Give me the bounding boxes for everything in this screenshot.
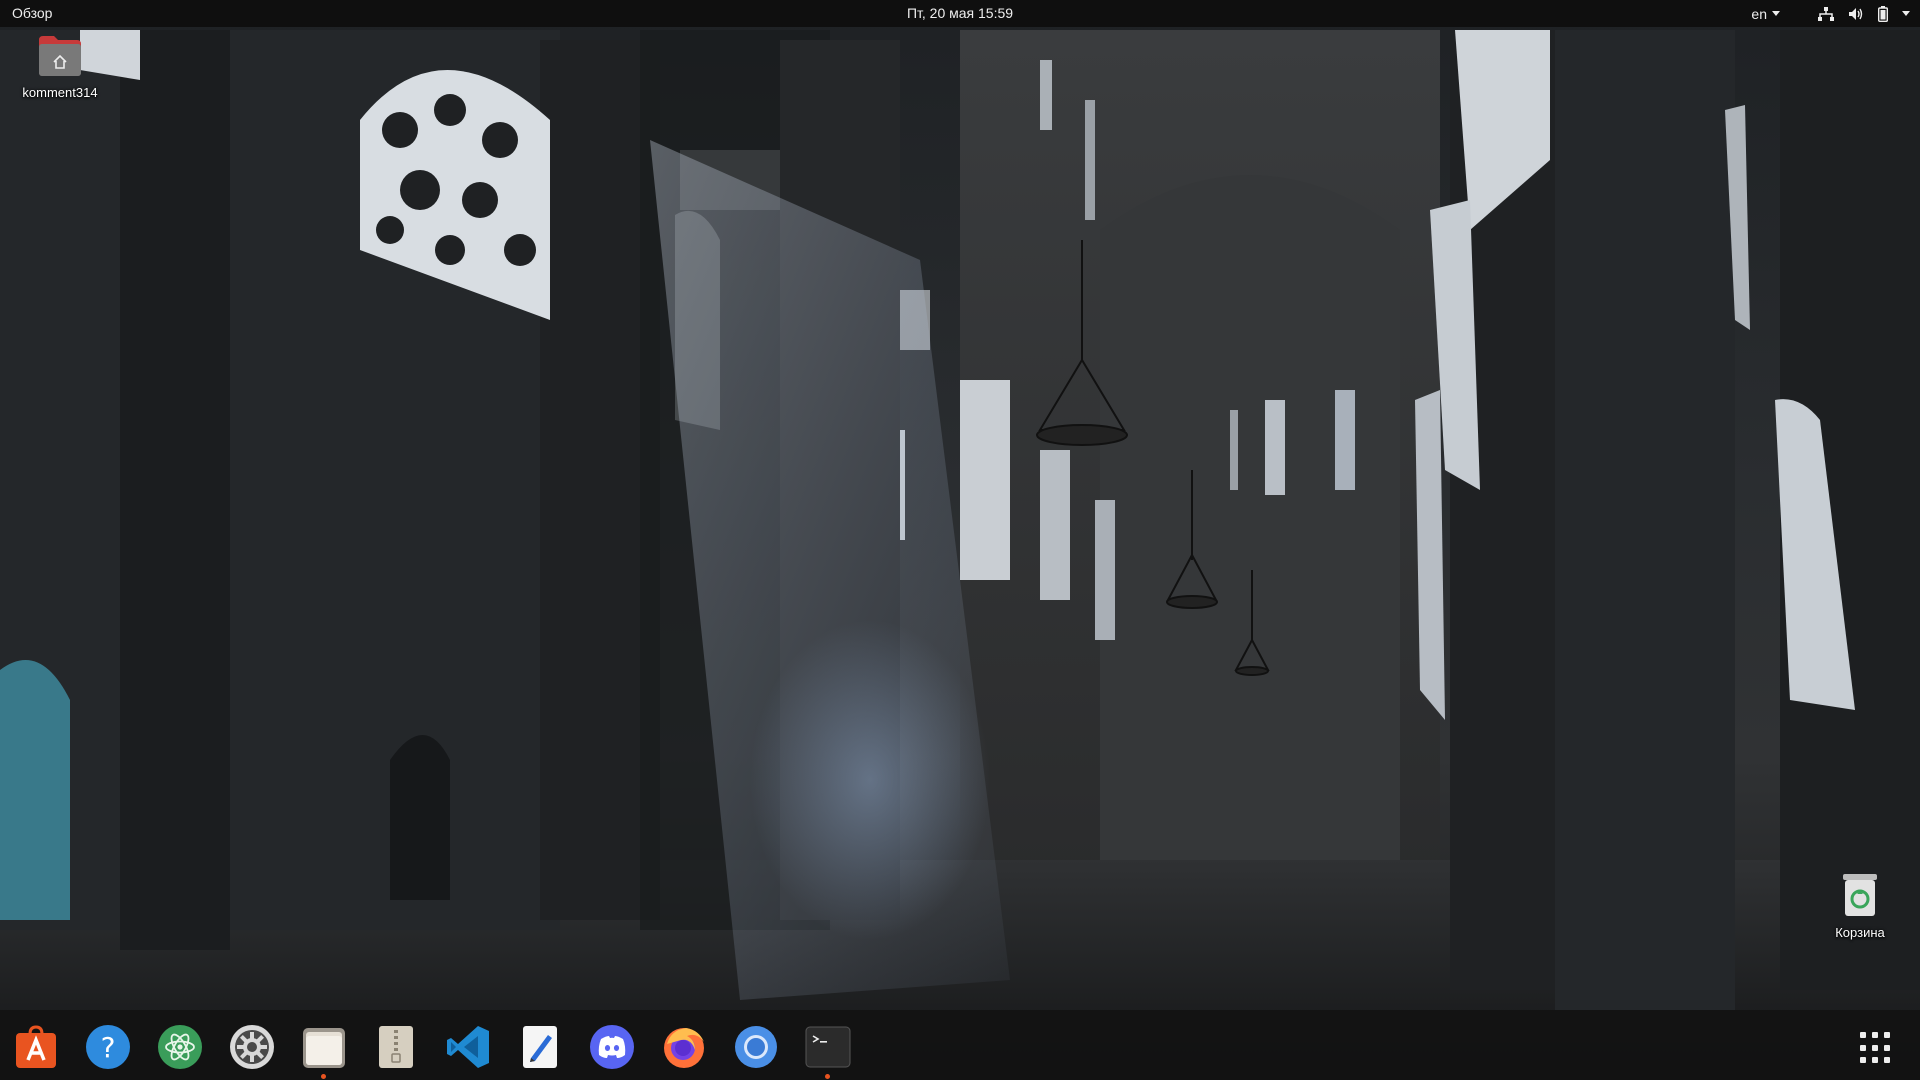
keyboard-layout-menu[interactable]: en: [1751, 6, 1780, 22]
pencil-note-icon: [523, 1026, 557, 1068]
system-tray: en: [1751, 0, 1910, 27]
desktop-wallpaper: [0, 0, 1920, 1080]
dock-app-atom[interactable]: [157, 1024, 203, 1070]
top-bar: Обзор Пт, 20 мая 15:59 en: [0, 0, 1920, 27]
chevron-down-icon: [1772, 11, 1780, 16]
chromium-icon: [735, 1026, 777, 1068]
shopping-bag-icon: [16, 1025, 56, 1068]
firefox-icon: [664, 1028, 704, 1068]
gear-icon: [230, 1025, 274, 1069]
date-time-menu[interactable]: Пт, 20 мая 15:59: [907, 5, 1013, 21]
terminal-icon: [805, 1026, 851, 1068]
dock-app-terminal[interactable]: [805, 1024, 851, 1079]
zip-archive-icon: [379, 1026, 413, 1068]
dock-app-chromium[interactable]: [733, 1024, 779, 1070]
clock-area: Пт, 20 мая 15:59: [0, 0, 1920, 27]
trash-icon: [1843, 874, 1877, 916]
volume-icon[interactable]: [1848, 7, 1864, 21]
dock-app-vscode[interactable]: [445, 1024, 491, 1070]
dock-app-discord[interactable]: [589, 1024, 635, 1070]
folder-icon: [303, 1028, 345, 1068]
dock-app-firefox[interactable]: [661, 1024, 707, 1070]
dock-app-ubuntu-software[interactable]: [13, 1024, 59, 1070]
home-folder-icon: [39, 36, 81, 76]
keyboard-layout-label: en: [1751, 5, 1767, 22]
discord-icon: [590, 1025, 634, 1069]
running-indicator: [321, 1074, 326, 1079]
network-icon[interactable]: [1818, 6, 1834, 21]
dock-app-text-editor[interactable]: [517, 1024, 563, 1070]
atom-icon: [158, 1025, 202, 1069]
desktop-home-folder[interactable]: komment314: [8, 34, 112, 100]
cathedral-wallpaper-art: [0, 30, 1920, 1080]
app-grid-icon[interactable]: [1860, 1032, 1892, 1064]
system-menu-caret-icon[interactable]: [1902, 11, 1910, 16]
dock-app-settings[interactable]: [229, 1024, 275, 1070]
dock-app-help[interactable]: ?: [85, 1024, 131, 1070]
vscode-icon: [447, 1026, 489, 1068]
dock-app-archive-manager[interactable]: [373, 1024, 419, 1070]
home-folder-label: komment314: [22, 85, 98, 100]
battery-icon[interactable]: [1878, 5, 1888, 22]
activities-button[interactable]: Обзор: [12, 0, 52, 27]
svg-text:?: ?: [101, 1031, 116, 1064]
dock-app-files[interactable]: [301, 1024, 347, 1079]
trash-label: Корзина: [1835, 925, 1885, 940]
dock: ?: [0, 1010, 1920, 1080]
desktop-trash[interactable]: Корзина: [1808, 872, 1912, 940]
question-mark-icon: ?: [86, 1025, 130, 1069]
running-indicator: [825, 1074, 830, 1079]
